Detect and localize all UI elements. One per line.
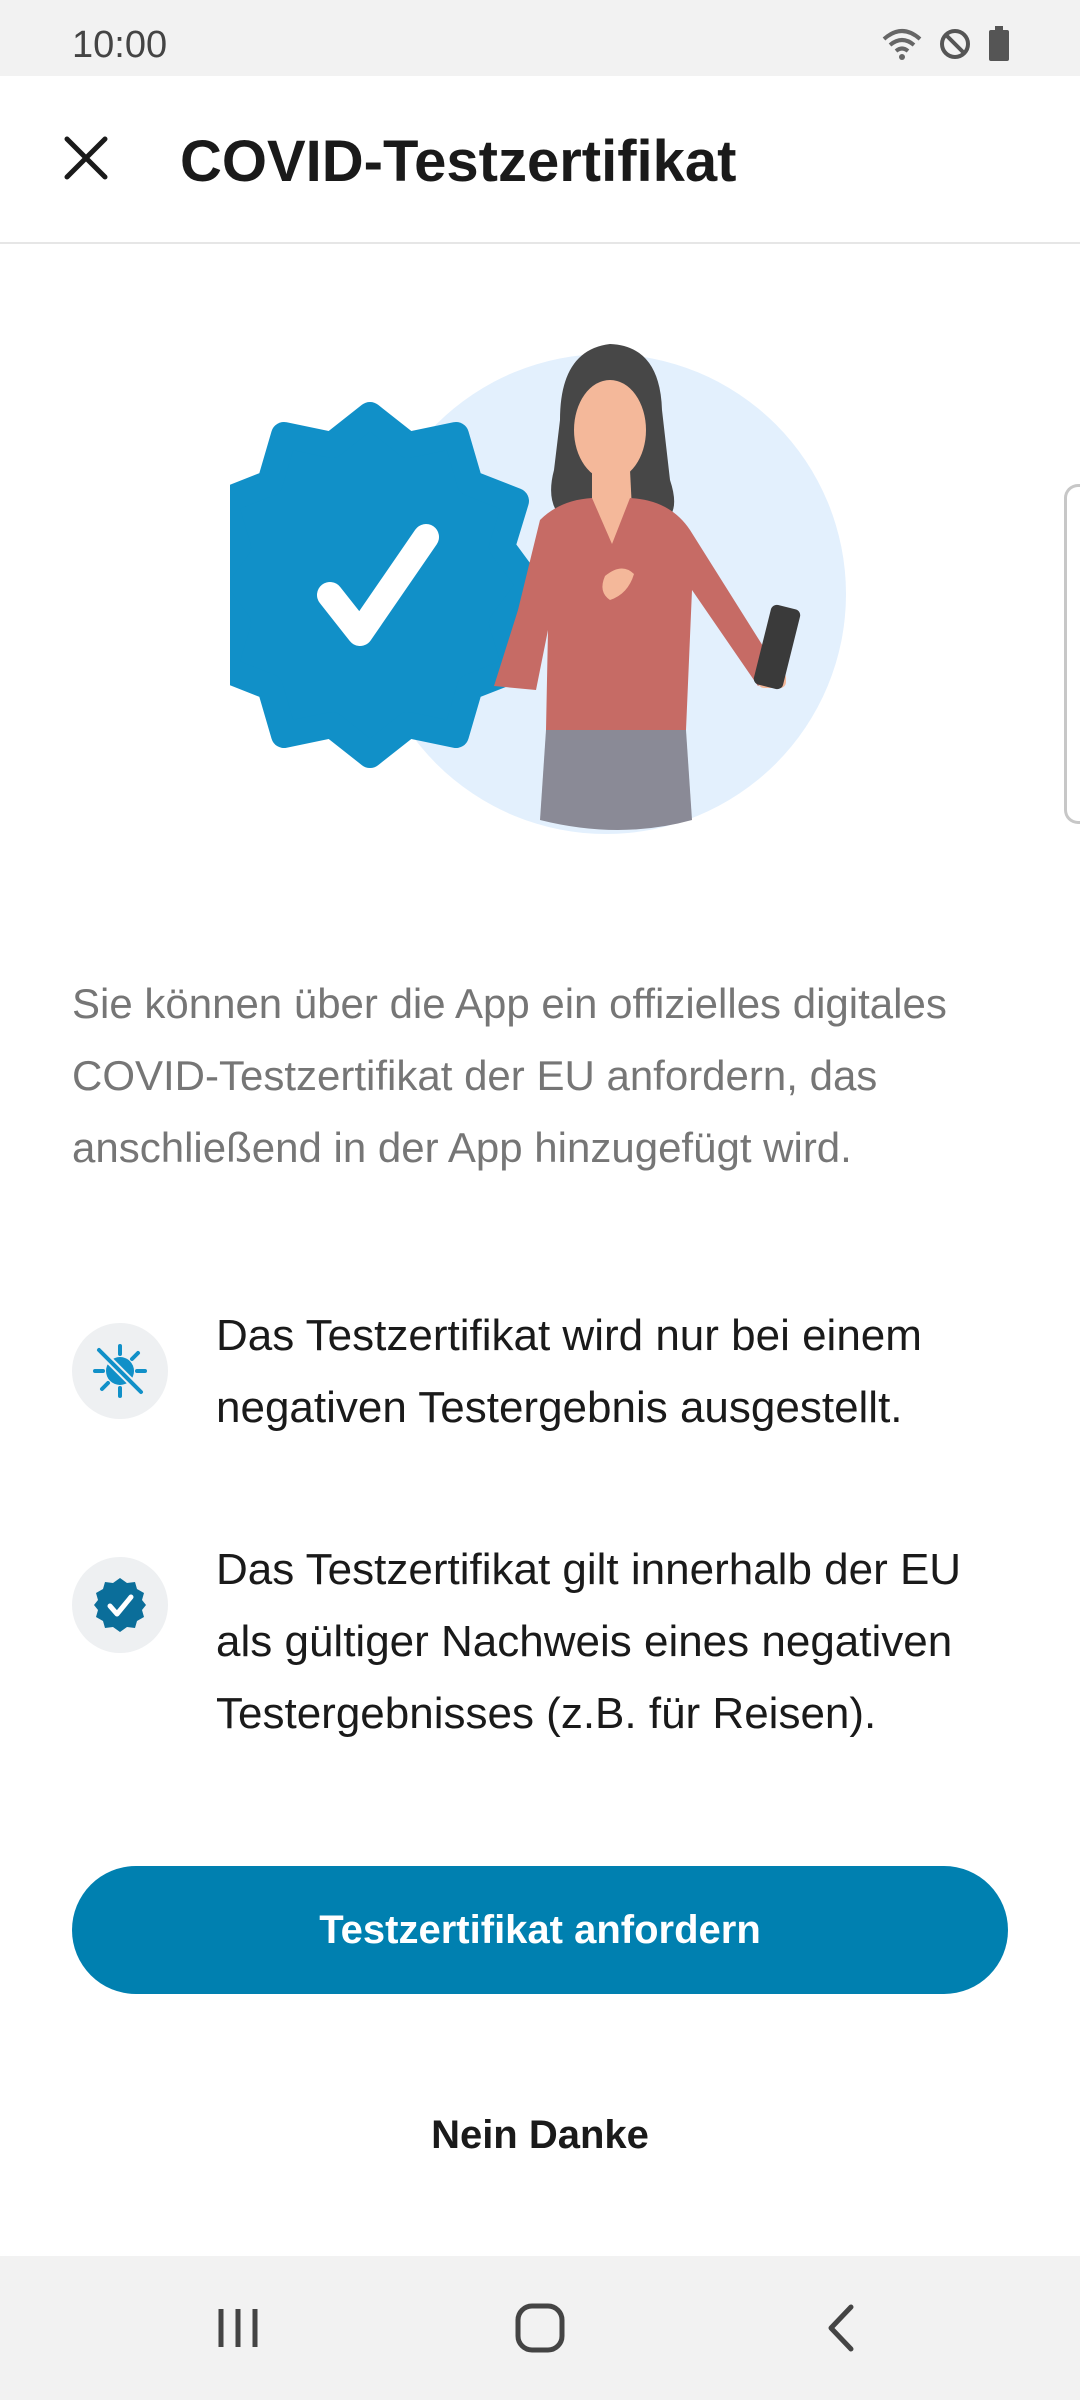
info-item-text: Das Testzertifikat gilt innerhalb der EU… <box>216 1545 962 1738</box>
back-icon <box>828 2304 854 2352</box>
info-item-text: Das Testzertifikat wird nur bei einem ne… <box>216 1311 922 1432</box>
request-certificate-button[interactable]: Testzertifikat anfordern <box>72 1866 1008 1994</box>
decline-button[interactable]: Nein Danke <box>340 2090 740 2180</box>
info-list: Das Testzertifikat wird nur bei einem ne… <box>72 1300 1032 1805</box>
recent-apps-icon <box>218 2309 258 2347</box>
intro-text: Sie können über die App ein offizielles … <box>72 980 947 1171</box>
system-nav-bar <box>0 2256 1080 2400</box>
status-time: 10:00 <box>72 24 168 66</box>
page-title: COVID-Testzertifikat <box>180 129 737 194</box>
home-button[interactable] <box>490 2292 590 2364</box>
status-bar: 10:00 <box>0 0 1080 76</box>
info-item: Das Testzertifikat gilt innerhalb der EU… <box>72 1534 1032 1750</box>
status-icons <box>882 26 1010 62</box>
close-icon <box>64 136 108 180</box>
app-bar: COVID-Testzertifikat <box>0 76 1080 244</box>
virus-crossed-icon <box>72 1323 168 1419</box>
screen: 10:00 COVID-Testzertifikat Sie können üb… <box>0 0 1080 2400</box>
home-icon <box>515 2303 565 2353</box>
side-panel-handle[interactable] <box>1064 484 1080 824</box>
close-button[interactable] <box>44 116 128 200</box>
wifi-icon <box>882 29 922 60</box>
recent-apps-button[interactable] <box>188 2292 288 2364</box>
hero-illustration <box>230 344 846 834</box>
info-item: Das Testzertifikat wird nur bei einem ne… <box>72 1300 1032 1444</box>
do-not-disturb-icon <box>940 29 970 59</box>
verified-badge-icon <box>72 1557 168 1653</box>
battery-icon <box>989 26 1009 61</box>
back-button[interactable] <box>792 2292 892 2364</box>
